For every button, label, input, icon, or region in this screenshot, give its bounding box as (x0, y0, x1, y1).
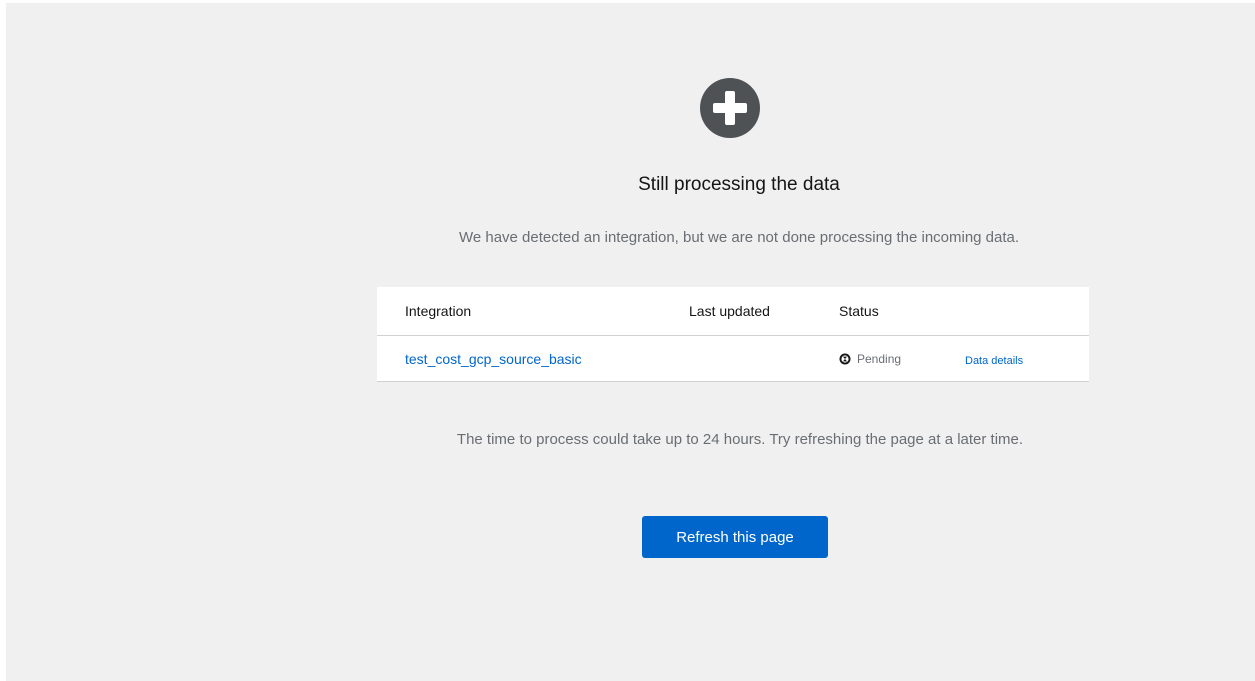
table-row: test_cost_gcp_source_basic Pending Data … (377, 335, 1089, 382)
column-header-last-updated[interactable]: Last updated (689, 287, 839, 336)
integration-cell: test_cost_gcp_source_basic (377, 335, 689, 382)
last-updated-cell (689, 335, 839, 382)
processing-empty-state: Still processing the data We have detect… (6, 3, 1255, 681)
page-canvas: Still processing the data We have detect… (6, 3, 1255, 681)
column-header-integration[interactable]: Integration (377, 287, 689, 336)
table-header-row: Integration Last updated Status (377, 287, 1089, 336)
integrations-table: Integration Last updated Status test_cos… (377, 287, 1089, 382)
column-header-actions (965, 287, 1089, 336)
details-cell: Data details (965, 335, 1089, 382)
status-label: Pending (857, 351, 902, 366)
status-cell: Pending (839, 335, 965, 382)
integrations-table-card: Integration Last updated Status test_cos… (377, 287, 1089, 382)
data-details-link[interactable]: Data details (965, 355, 1023, 367)
status-indicator: Pending (839, 352, 965, 366)
refresh-button[interactable]: Refresh this page (642, 516, 828, 558)
plus-circle-icon (700, 78, 760, 138)
pending-icon (839, 353, 851, 364)
page-title: Still processing the data (638, 174, 840, 195)
integration-link[interactable]: test_cost_gcp_source_basic (405, 351, 582, 367)
column-header-status[interactable]: Status (839, 287, 965, 336)
page-description: We have detected an integration, but we … (458, 229, 1020, 246)
processing-hint: The time to process could take up to 24 … (456, 431, 1024, 448)
